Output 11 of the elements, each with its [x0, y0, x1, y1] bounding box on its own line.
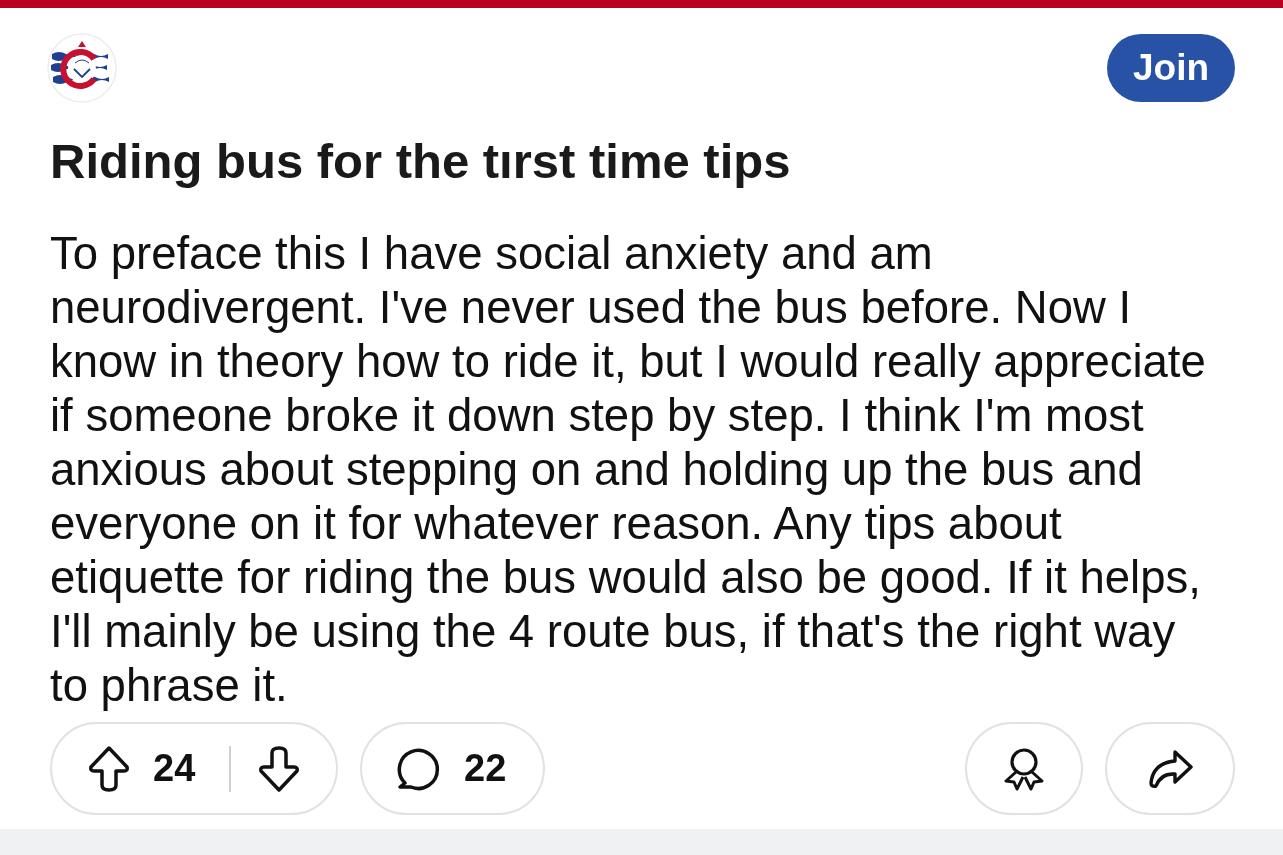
post-body: To preface this I have social anxiety and am neurodivergent. I've never used the bus before. Now I know in theory how to ride it, but I would really appreciate if someone broke it down step by step. I think I'm most anxious about stepping on and holding up the bus and everyone on it for whatever reason. Any tips about etiquette for riding the bus would also be good. If it helps, I'll mainly be using the 4 route bus, if that's the right way to phrase it.	[50, 227, 1206, 713]
logo-icon	[47, 33, 117, 103]
award-icon	[1003, 746, 1045, 791]
upvote-icon[interactable]	[88, 745, 130, 792]
vote-count: 24	[153, 747, 196, 790]
join-button[interactable]: Join	[1107, 34, 1235, 102]
comments-button[interactable]: 22	[360, 722, 545, 815]
post-title: Riding bus for the tırst time tips	[50, 133, 791, 189]
comment-icon	[397, 746, 441, 791]
downvote-icon[interactable]	[258, 745, 301, 792]
share-icon	[1147, 748, 1193, 789]
